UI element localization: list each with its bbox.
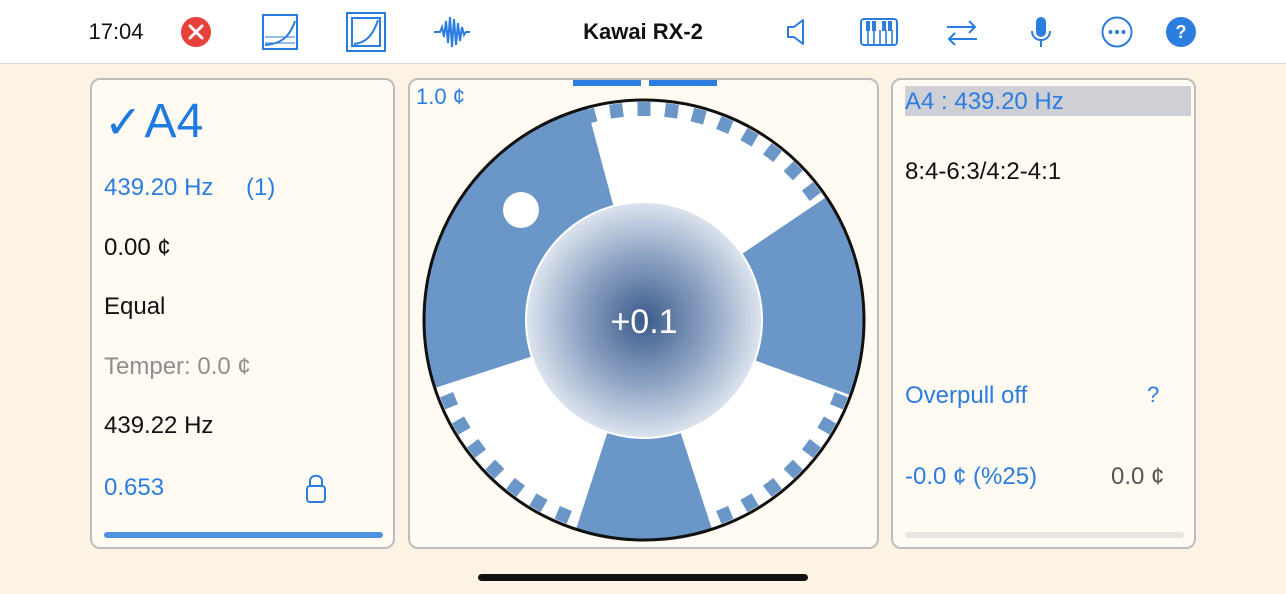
swap-button[interactable] <box>938 0 986 64</box>
strobe-dial: +0.1 <box>422 98 866 542</box>
strobe-dash <box>506 477 525 497</box>
keyboard-button[interactable] <box>855 0 903 64</box>
more-button[interactable] <box>1093 0 1141 64</box>
overpull-help-button[interactable]: ? <box>1147 382 1159 408</box>
strobe-dash <box>427 340 443 355</box>
microphone-icon <box>1031 17 1051 47</box>
speaker-icon <box>787 19 804 45</box>
strobe-dash <box>817 416 837 435</box>
close-circle-icon <box>181 17 211 47</box>
top-toolbar: 17:04 Kawai RX-2 ? <box>0 0 1286 64</box>
strobe-dash <box>485 459 505 479</box>
curve-graph-icon <box>262 14 298 50</box>
inharmonicity-value[interactable]: 0.653 <box>104 474 164 502</box>
level-bar <box>104 532 383 538</box>
more-ellipsis-icon <box>1101 16 1133 48</box>
curve-view-button[interactable] <box>256 0 304 64</box>
close-button[interactable] <box>172 0 220 64</box>
overpull-bar <box>905 532 1184 538</box>
overpull-toggle[interactable]: Overpull off <box>905 382 1027 410</box>
home-indicator <box>478 574 808 581</box>
temperament-name: Equal <box>104 293 166 320</box>
lock-icon <box>306 474 326 503</box>
strobe-dash <box>609 103 624 119</box>
strobe-dash <box>801 439 821 458</box>
top-indicator <box>573 80 717 88</box>
overpull-value[interactable]: -0.0 ¢ (%25) <box>905 463 1037 491</box>
strobe-dash <box>839 257 857 274</box>
clock: 17:04 <box>88 19 144 44</box>
curve-framed-view-button[interactable] <box>342 0 390 64</box>
temper-value: Temper: 0.0 ¢ <box>104 353 251 380</box>
strobe-dash <box>783 161 803 181</box>
strobe-dash <box>716 116 734 135</box>
lock-button[interactable] <box>304 472 328 509</box>
strobe-dash <box>845 285 861 300</box>
strobe-dash <box>431 257 449 274</box>
measured-frequency: 439.22 Hz <box>104 412 214 439</box>
piano-keyboard-icon <box>860 18 898 46</box>
strobe-dash <box>440 392 459 410</box>
strobe-dash <box>829 392 848 410</box>
note-name: A4 <box>144 95 204 148</box>
microphone-button[interactable] <box>1017 0 1065 64</box>
strobe-dash <box>664 103 679 119</box>
strobe-dash <box>529 127 548 147</box>
strobe-dash <box>431 366 449 383</box>
cents-value: 0.00 ¢ <box>104 234 171 261</box>
waveform-button[interactable] <box>428 0 476 64</box>
strobe-dash <box>581 515 598 533</box>
strobe-dash <box>506 143 525 163</box>
strobe-dash <box>783 459 803 479</box>
strobe-dash <box>467 439 487 458</box>
strobe-dash <box>801 182 821 201</box>
strobe-dash <box>716 505 734 524</box>
help-button[interactable]: ? <box>1157 0 1205 64</box>
strobe-dash <box>763 143 782 163</box>
curve-graph-framed-icon <box>346 12 386 52</box>
deviation-reading: +0.1 <box>610 303 677 341</box>
strobe-dash <box>554 116 572 135</box>
waveform-icon <box>434 16 470 48</box>
strobe-dash <box>467 182 487 201</box>
strobe-dash <box>690 107 707 125</box>
strobe-dash <box>554 505 572 524</box>
strobe-dash <box>440 230 459 248</box>
strobe-dash <box>451 416 471 435</box>
target-frequency[interactable]: 439.20 Hz <box>104 174 213 202</box>
sample-count[interactable]: (1) <box>246 174 275 202</box>
strobe-dash <box>763 477 782 497</box>
strobe-dash <box>485 161 505 181</box>
strobe-panel: 1.0 ¢ +0.1 <box>408 78 879 549</box>
svg-text:?: ? <box>1176 22 1187 42</box>
strobe-dash <box>817 205 837 224</box>
selected-note-frequency[interactable]: A4 : 439.20 Hz <box>905 88 1064 116</box>
sound-button[interactable] <box>773 0 821 64</box>
swap-arrows-icon <box>947 20 977 46</box>
strobe-dash <box>829 230 848 248</box>
strobe-dash <box>451 205 471 224</box>
partial-ratio: 8:4-6:3/4:2-4:1 <box>905 158 1062 185</box>
strobe-dash <box>427 285 443 300</box>
note-info-panel: ✓ A4 439.20 Hz (1) 0.00 ¢ Equal Temper: … <box>90 78 395 549</box>
instrument-title: Kawai RX-2 <box>583 19 703 44</box>
help-icon: ? <box>1166 17 1196 47</box>
partials-panel: A4 : 439.20 Hz 8:4-6:3/4:2-4:1 Overpull … <box>891 78 1196 549</box>
strobe-dash <box>740 493 759 513</box>
strobe-dash <box>839 366 857 383</box>
strobe-dash <box>740 127 759 147</box>
note-heading: ✓ A4 <box>104 94 203 149</box>
strobe-dot <box>503 192 539 228</box>
strobe-dash <box>609 521 624 537</box>
checkmark-icon: ✓ <box>104 95 143 148</box>
offset-value: 0.0 ¢ <box>1111 463 1165 490</box>
strobe-dash <box>690 515 707 533</box>
strobe-dash <box>529 493 548 513</box>
strobe-dash <box>664 521 679 537</box>
strobe-dash <box>581 107 598 125</box>
strobe-dash <box>845 340 861 355</box>
